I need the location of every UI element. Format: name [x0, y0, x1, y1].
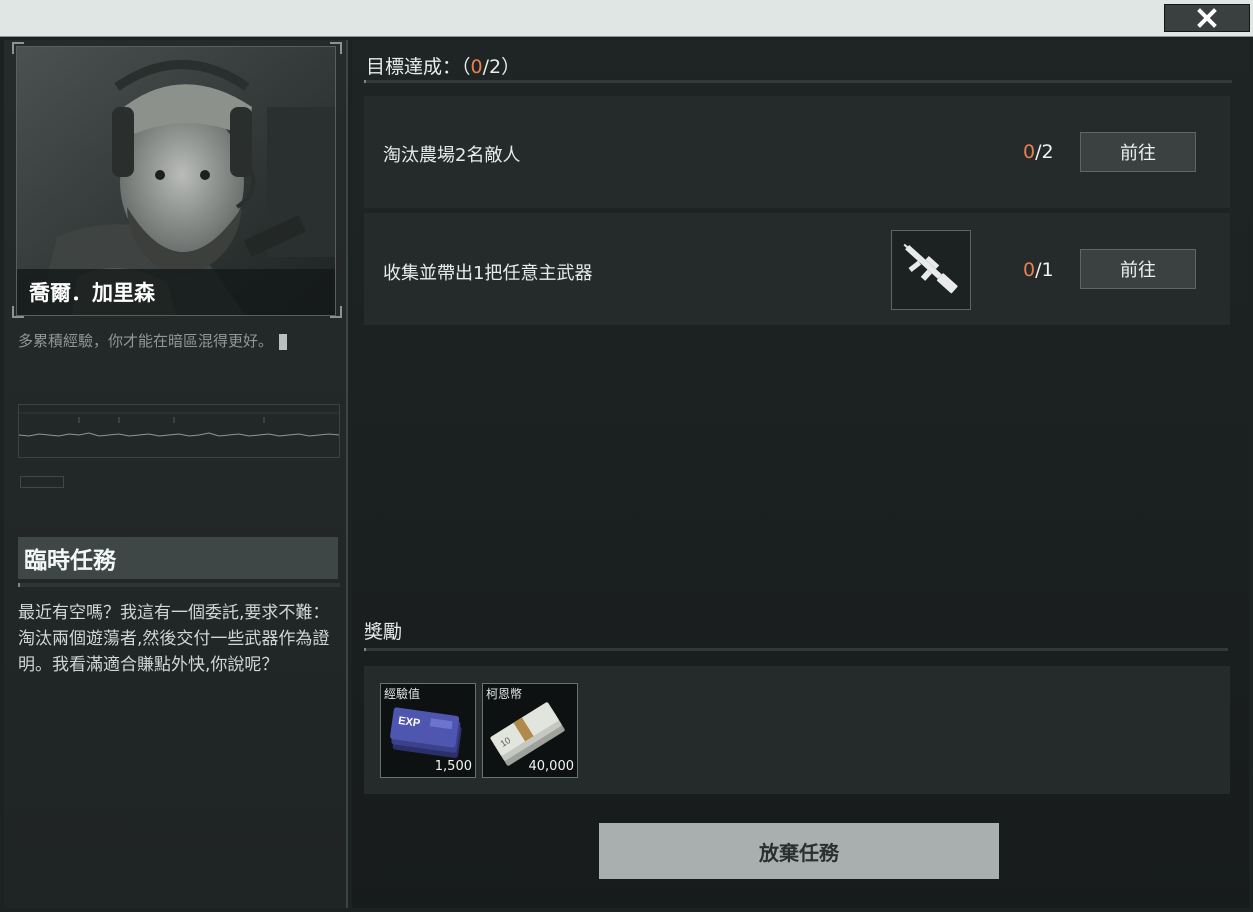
abandon-quest-button[interactable]: 放棄任務: [599, 823, 999, 879]
objectives-label: 目標達成：: [366, 56, 462, 78]
mission-title: 臨時任務: [24, 548, 116, 574]
top-bar: [0, 0, 1253, 36]
npc-quote-text: 多累積經驗，你才能在暗區混得更好。: [18, 332, 274, 350]
mission-description: 最近有空嗎？我這有一個委託,要求不難：淘汰兩個遊蕩者,然後交付一些武器作為證明。…: [18, 603, 330, 675]
objectives-close-paren: ）: [501, 56, 521, 78]
go-button[interactable]: 前往: [1080, 249, 1196, 289]
objective-text: 收集並帶出1把任意主武器: [383, 263, 593, 284]
objective-progress-total: /2: [1035, 141, 1054, 163]
reward-item-exp[interactable]: 經驗值 EXP 1,500: [380, 683, 476, 778]
portrait-corner-bl: [12, 306, 24, 318]
close-icon: [1197, 8, 1217, 28]
objective-text: 淘汰農場2名敵人: [383, 145, 521, 166]
go-button[interactable]: 前往: [1080, 132, 1196, 172]
portrait-corner-tr: [330, 42, 342, 54]
waveform-icon: [18, 412, 340, 437]
objective-progress-total: /1: [1035, 259, 1054, 281]
mission-title-box: 臨時任務: [18, 537, 338, 579]
rifle-icon: [903, 243, 958, 294]
portrait-corner-br: [330, 306, 342, 318]
npc-portrait: 喬爾．加里森: [16, 46, 336, 316]
objectives-header: 目標達成：（0/2）: [366, 52, 520, 79]
text-cursor-icon: [279, 333, 288, 350]
objective-row: 淘汰農場2名敵人 0/2 前往: [364, 96, 1230, 208]
objectives-open-paren: （: [461, 56, 471, 78]
weapon-slot[interactable]: [891, 230, 971, 310]
audio-waveform: [18, 404, 340, 458]
waveform-tag: [20, 476, 64, 488]
rewards-divider: [364, 648, 1228, 651]
close-button[interactable]: [1164, 4, 1250, 32]
mission-divider: [18, 583, 340, 587]
objectives-progress-current: 0: [470, 56, 483, 78]
objectives-divider: [364, 80, 1232, 83]
objective-progress: 0/1: [1023, 259, 1054, 281]
reward-value: 40,000: [528, 759, 575, 774]
npc-panel: 喬爾．加里森 多累積經驗，你才能在暗區混得更好。 臨時任務 最近有空嗎？我這有一…: [4, 40, 348, 908]
npc-quote: 多累積經驗，你才能在暗區混得更好。: [18, 330, 288, 351]
objective-progress-current: 0: [1023, 141, 1036, 163]
npc-name: 喬爾．加里森: [29, 281, 155, 305]
objectives-progress-total: /2: [482, 56, 502, 78]
portrait-corner-tl: [12, 42, 24, 54]
rewards-header: 獎勵: [364, 621, 403, 643]
rewards-area: 經驗值 EXP 1,500 柯恩幣 10 40,000: [364, 666, 1230, 794]
objective-progress: 0/2: [1023, 141, 1054, 163]
reward-value: 1,500: [434, 759, 472, 774]
reward-item-coins[interactable]: 柯恩幣 10 40,000: [482, 683, 578, 778]
objective-row: 收集並帶出1把任意主武器 0/1 前往: [364, 213, 1230, 325]
objective-progress-current: 0: [1023, 259, 1036, 281]
quest-detail-panel: 目標達成：（0/2） 淘汰農場2名敵人 0/2 前往 收集並帶出1把任意主武器: [352, 40, 1249, 908]
